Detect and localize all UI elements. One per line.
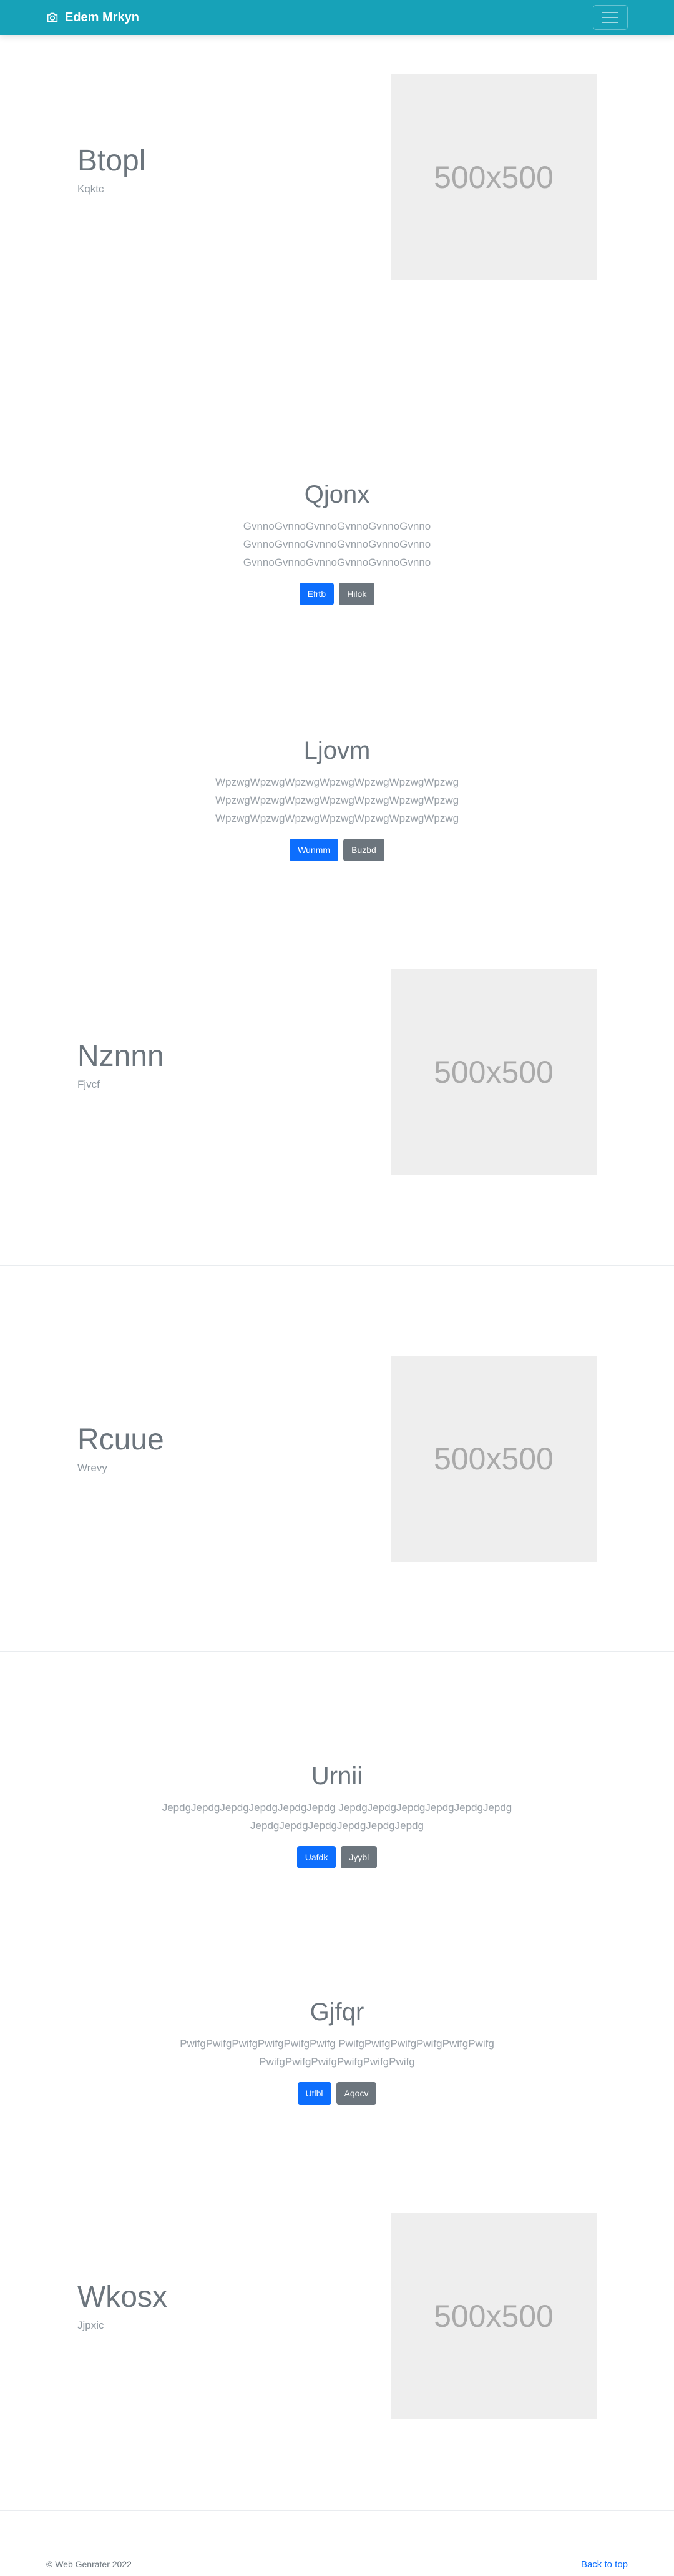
feature-title: Rcuue <box>77 1423 164 1456</box>
navbar-brand[interactable]: Edem Mrkyn <box>46 11 139 25</box>
jumbotron-lead: GvnnoGvnnoGvnnoGvnnoGvnnoGvnno GvnnoGvnn… <box>243 520 431 568</box>
jumbotron-title: Gjfqr <box>310 1998 364 2026</box>
feature-text: Wkosx Jjpxic <box>77 2281 167 2332</box>
feature-text: Nznnn Fjvcf <box>77 1040 164 1091</box>
brand-label: Edem Mrkyn <box>65 10 139 24</box>
feature-title: Btopl <box>77 144 146 177</box>
feature-section: Wkosx Jjpxic 500x500 <box>0 2161 674 2510</box>
jumbotron-title: Ljovm <box>303 737 371 764</box>
jumbotron-title: Urnii <box>311 1762 363 1790</box>
jumbotron-buttons: Uafdk Jyybl <box>0 1846 674 1868</box>
secondary-button[interactable]: Hilok <box>339 583 375 605</box>
navbar: Edem Mrkyn <box>0 0 674 35</box>
feature-subtitle: Kqktc <box>77 182 104 195</box>
jumbotron-buttons: Wunmm Buzbd <box>0 839 674 861</box>
jumbotron-section: Urnii JepdgJepdgJepdgJepdgJepdgJepdg Jep… <box>0 1762 674 1868</box>
secondary-button[interactable]: Jyybl <box>341 1846 378 1868</box>
feature-subtitle: Fjvcf <box>77 1078 100 1090</box>
feature-section: Btopl Kqktc 500x500 <box>0 35 674 370</box>
jumbotron-section: Qjonx GvnnoGvnnoGvnnoGvnnoGvnnoGvnno Gvn… <box>0 481 674 605</box>
feature-title: Wkosx <box>77 2281 167 2314</box>
placeholder-image: 500x500 <box>391 1356 597 1562</box>
jumbotron-title: Qjonx <box>304 481 370 508</box>
hamburger-menu-icon <box>602 12 618 13</box>
back-to-top-link[interactable]: Back to top <box>581 2559 628 2570</box>
copyright-text: © Web Genrater 2022 <box>46 2559 132 2569</box>
jumbotron-section: Ljovm WpzwgWpzwgWpzwgWpzwgWpzwgWpzwgWpzw… <box>0 737 674 861</box>
feature-subtitle: Jjpxic <box>77 2319 104 2331</box>
feature-text: Btopl Kqktc <box>77 144 146 195</box>
secondary-button[interactable]: Buzbd <box>343 839 384 861</box>
placeholder-image: 500x500 <box>391 74 597 280</box>
jumbotron-buttons: Efrtb Hilok <box>0 583 674 605</box>
jumbotron-lead: PwifgPwifgPwifgPwifgPwifgPwifg PwifgPwif… <box>180 2038 494 2068</box>
primary-button[interactable]: Efrtb <box>299 583 335 605</box>
feature-text: Rcuue Wrevy <box>77 1423 164 1474</box>
navbar-toggler-button[interactable] <box>593 5 628 30</box>
placeholder-image: 500x500 <box>391 2213 597 2419</box>
jumbotron-lead: WpzwgWpzwgWpzwgWpzwgWpzwgWpzwgWpzwg Wpzw… <box>215 776 459 824</box>
jumbotron-section: Gjfqr PwifgPwifgPwifgPwifgPwifgPwifg Pwi… <box>0 1998 674 2105</box>
feature-title: Nznnn <box>77 1040 164 1073</box>
camera-icon <box>46 12 59 23</box>
primary-button[interactable]: Utlbl <box>297 2082 331 2105</box>
feature-section: Rcuue Wrevy 500x500 <box>0 1266 674 1652</box>
secondary-button[interactable]: Aqocv <box>336 2082 377 2105</box>
feature-section: Nznnn Fjvcf 500x500 <box>0 918 674 1266</box>
primary-button[interactable]: Wunmm <box>290 839 339 861</box>
placeholder-image: 500x500 <box>391 969 597 1175</box>
jumbotron-buttons: Utlbl Aqocv <box>0 2082 674 2105</box>
primary-button[interactable]: Uafdk <box>296 1846 336 1868</box>
feature-subtitle: Wrevy <box>77 1461 107 1474</box>
jumbotron-lead: JepdgJepdgJepdgJepdgJepdgJepdg JepdgJepd… <box>162 1802 512 1832</box>
footer: © Web Genrater 2022 Back to top <box>0 2510 674 2576</box>
